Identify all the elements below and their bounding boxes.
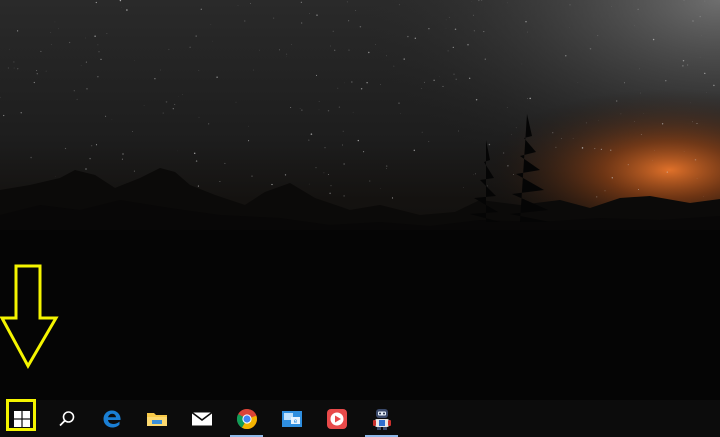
taskbar-app-media-player[interactable] (314, 400, 359, 437)
taskbar-app-chrome[interactable] (224, 400, 269, 437)
chrome-browser-icon (236, 408, 257, 429)
taskbar: e (0, 400, 720, 437)
remote-desktop-icon: e (281, 410, 302, 427)
file-explorer-icon (146, 412, 167, 426)
media-player-icon (326, 408, 347, 429)
taskbar-app-file-explorer[interactable] (134, 400, 179, 437)
start-button[interactable] (0, 400, 44, 437)
assistant-robot-icon (372, 408, 391, 430)
desktop-wallpaper (0, 0, 720, 400)
mail-icon (191, 411, 212, 425)
windows-start-icon (14, 410, 30, 427)
taskbar-app-mail[interactable] (179, 400, 224, 437)
search-button[interactable] (44, 400, 89, 437)
taskbar-app-edge[interactable] (89, 400, 134, 437)
search-icon (58, 410, 74, 426)
edge-browser-icon (103, 410, 121, 427)
taskbar-app-assistant[interactable] (359, 400, 404, 437)
taskbar-app-remote-desktop[interactable]: e (269, 400, 314, 437)
svg-text:e: e (293, 418, 297, 425)
